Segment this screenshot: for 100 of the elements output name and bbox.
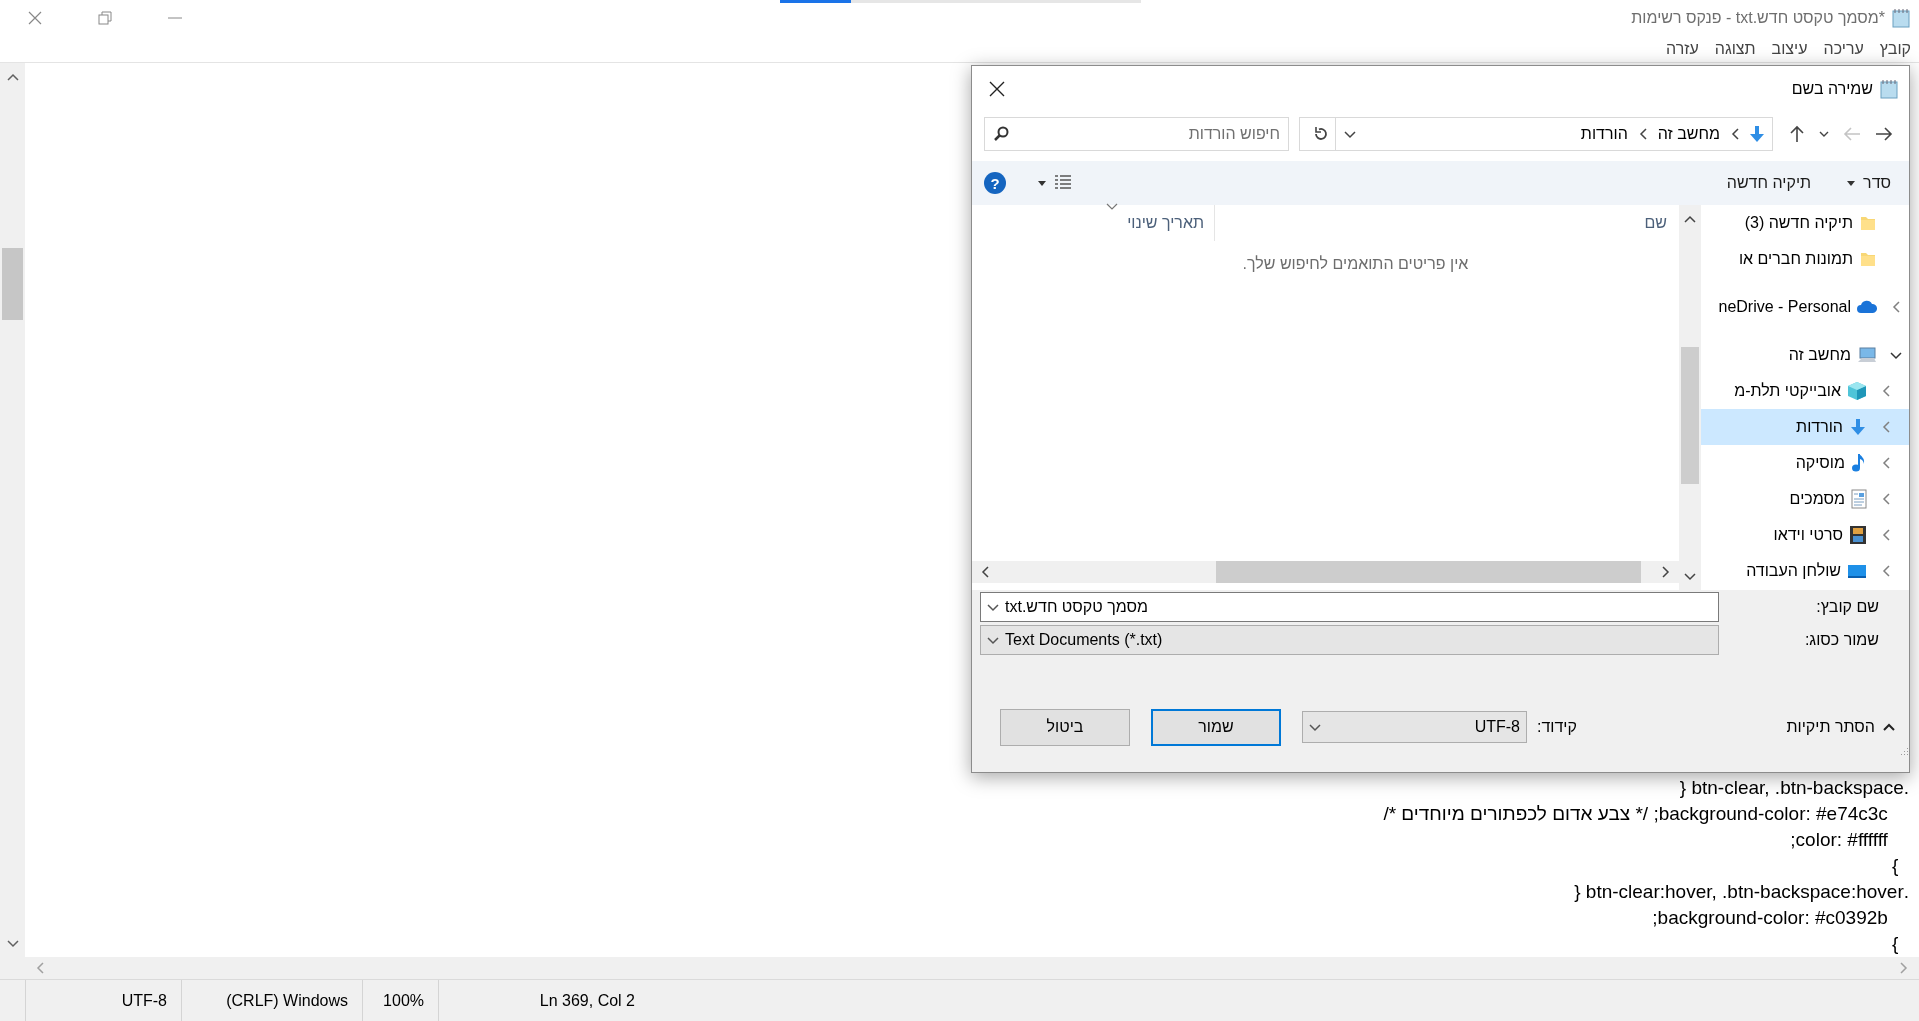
chevron-up-icon xyxy=(6,71,19,83)
nav-button[interactable] xyxy=(1875,126,1893,142)
status-text: (CRLF) Windows xyxy=(226,991,349,1010)
chevron-left-icon[interactable] xyxy=(1881,528,1891,542)
list-view-icon xyxy=(1054,174,1072,192)
encoding-dropdown[interactable]: UTF-8 xyxy=(1302,711,1527,743)
chevron-up-icon xyxy=(1684,213,1696,225)
computer-icon xyxy=(1857,346,1877,364)
search-field[interactable]: חיפוש הורדות xyxy=(984,117,1289,151)
refresh-icon xyxy=(1312,126,1329,142)
field-label: קידוד: xyxy=(1537,718,1577,736)
chevron-right-icon xyxy=(1899,961,1909,975)
desktop-icon xyxy=(1847,563,1867,579)
chevron-down-icon[interactable] xyxy=(1890,349,1902,361)
chevron-left-icon[interactable] xyxy=(1881,492,1891,506)
chevron-down-icon[interactable] xyxy=(1344,128,1356,140)
right-arrow-icon xyxy=(1875,126,1893,142)
menu-item[interactable]: עזרה xyxy=(1666,39,1699,58)
window-title: *מסמך טקסט חדש.txt - פנקס רשימות xyxy=(1631,8,1885,27)
scroll-thumb[interactable] xyxy=(2,248,23,320)
nav-pane-item[interactable]: אובייקטי תלת-מ xyxy=(1701,373,1909,409)
field-label: שמור כסוג: xyxy=(1803,630,1880,649)
dialog-button[interactable]: ביטול xyxy=(1000,708,1130,746)
resize-grip-icon xyxy=(1899,746,1909,756)
column-header[interactable]: תאריך שינוי xyxy=(1106,205,1214,241)
horizontal-scrollbar[interactable] xyxy=(972,561,1679,583)
chevron-down-icon xyxy=(6,937,19,949)
chevron-left-icon[interactable] xyxy=(1881,420,1891,434)
code-line: .btn-clear, .btn-backspace { xyxy=(1678,776,1909,800)
dialog-button[interactable]: שמור xyxy=(1151,708,1281,746)
code-line: color: #ffffff; xyxy=(1789,828,1889,852)
nav-button[interactable] xyxy=(1819,130,1829,138)
breadcrumb[interactable]: מחשב זה xyxy=(1655,125,1722,143)
folder-icon xyxy=(1859,214,1877,232)
up-arrow-icon xyxy=(1789,125,1805,143)
field-label: שם קובץ: xyxy=(1815,597,1880,616)
vertical-scrollbar[interactable] xyxy=(1679,205,1701,590)
vertical-scrollbar[interactable] xyxy=(0,63,25,957)
nav-button[interactable] xyxy=(1789,125,1805,143)
nav-pane-item[interactable]: מחשב זה xyxy=(1701,337,1909,373)
column-header[interactable]: שם xyxy=(1214,205,1679,241)
download-arrow-icon xyxy=(1748,125,1766,143)
chevron-up-icon xyxy=(1883,722,1895,732)
help-button[interactable]: ? xyxy=(984,172,1006,194)
chevron-left-icon[interactable] xyxy=(1881,456,1891,470)
menu-item[interactable]: עריכה xyxy=(1823,39,1864,58)
nav-pane-item[interactable]: מסמכים xyxy=(1701,481,1909,517)
code-line: background-color: #c0392b; xyxy=(1651,906,1889,930)
folder-icon xyxy=(1859,250,1877,268)
chevron-left-icon xyxy=(35,961,45,975)
chevron-right-icon xyxy=(1661,565,1671,579)
organize-button[interactable]: סדר xyxy=(1843,174,1895,192)
notepad-icon xyxy=(1879,78,1899,99)
code-line: } xyxy=(1891,854,1900,878)
menu-item[interactable]: תצוגה xyxy=(1714,39,1756,58)
status-text: Ln 369, Col 2 xyxy=(539,991,636,1010)
scroll-thumb[interactable] xyxy=(1216,561,1641,583)
file-type-dropdown[interactable]: Text Documents (*.txt) xyxy=(980,624,1719,655)
status-text: UTF-8 xyxy=(121,991,168,1010)
chevron-down-icon xyxy=(1309,721,1321,733)
new-folder-button[interactable]: תיקיה חדשה xyxy=(1722,174,1816,192)
scroll-thumb[interactable] xyxy=(1681,347,1699,484)
hide-folders-button[interactable]: הסתר תיקיות xyxy=(1786,718,1895,736)
notepad-icon xyxy=(1891,7,1911,28)
restore-icon xyxy=(98,10,112,25)
chevron-left-icon[interactable] xyxy=(1891,300,1901,314)
chevron-left-icon xyxy=(1730,127,1740,141)
nav-pane-item[interactable]: תיקיה חדשה (3) xyxy=(1701,205,1909,241)
caret-icon xyxy=(1819,130,1829,138)
nav-pane-item[interactable]: תמונות חברים או xyxy=(1701,241,1909,277)
nav-pane-item[interactable]: סרטי וידאו xyxy=(1701,517,1909,553)
search-icon xyxy=(993,126,1009,142)
chevron-left-icon[interactable] xyxy=(1881,564,1891,578)
nav-pane-item[interactable]: שולחן העבודה xyxy=(1701,553,1909,589)
horizontal-scrollbar[interactable] xyxy=(0,957,1919,979)
cube-icon xyxy=(1847,381,1867,401)
download-arrow-icon xyxy=(1849,418,1867,436)
chevron-left-icon[interactable] xyxy=(1881,384,1891,398)
menu-item[interactable]: עיצוב xyxy=(1771,39,1808,58)
nav-pane-item[interactable]: neDrive - Personal xyxy=(1701,289,1909,325)
cloud-icon xyxy=(1857,299,1877,315)
music-note-icon xyxy=(1851,453,1867,473)
empty-message: אין פריטים התואמים לחיפוש שלך. xyxy=(1242,255,1469,272)
menu-item[interactable]: קובץ xyxy=(1879,39,1911,58)
code-line: } xyxy=(1891,932,1900,956)
breadcrumb[interactable]: הורדות xyxy=(1578,125,1630,143)
status-text: 100% xyxy=(383,991,425,1010)
chevron-left-icon xyxy=(980,565,990,579)
close-icon xyxy=(988,79,1006,98)
nav-pane-item[interactable]: הורדות xyxy=(1701,409,1909,445)
caret-icon xyxy=(1847,180,1856,186)
close-icon xyxy=(28,10,42,25)
chevron-down-icon xyxy=(1684,570,1696,582)
nav-pane-item[interactable]: מוסיקה xyxy=(1701,445,1909,481)
dialog-title: שמירה בשם xyxy=(1790,79,1873,98)
file-name-field[interactable]: מסמך טקסט חדש.txt xyxy=(980,591,1719,622)
film-icon xyxy=(1849,525,1867,545)
caret-icon xyxy=(1038,180,1046,186)
code-line: background-color: #e74c3c; /* צבע אדום לכפתורים מיוחדים */ xyxy=(1382,802,1889,826)
chevron-left-icon xyxy=(1637,127,1648,141)
